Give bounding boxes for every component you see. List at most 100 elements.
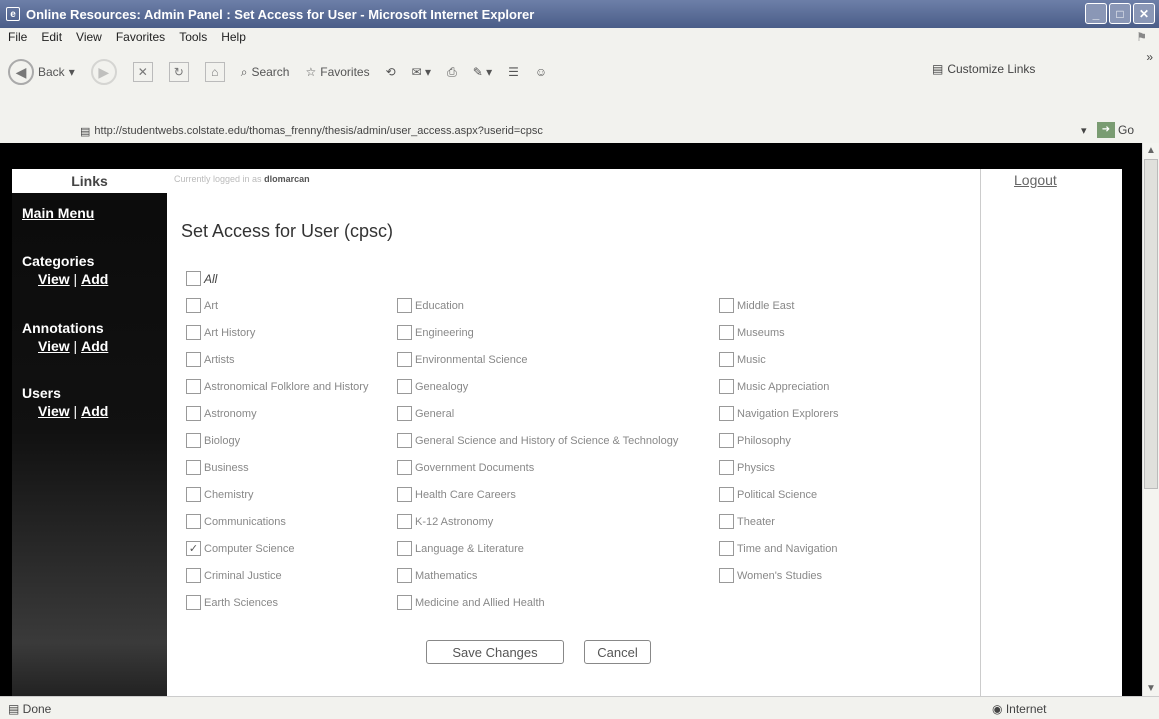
category-checkbox[interactable]: ✓ Computer Science bbox=[186, 541, 295, 556]
category-checkbox[interactable]: Astronomy bbox=[186, 406, 257, 421]
checkbox-box[interactable] bbox=[397, 568, 412, 583]
category-checkbox[interactable]: Chemistry bbox=[186, 487, 254, 502]
checkbox-box[interactable] bbox=[186, 379, 201, 394]
favorites-button[interactable]: ☆ Favorites bbox=[305, 65, 369, 79]
toolbar-chevron-icon[interactable]: » bbox=[1146, 50, 1153, 64]
category-checkbox[interactable]: Environmental Science bbox=[397, 352, 528, 367]
checkbox-box[interactable] bbox=[186, 514, 201, 529]
address-dropdown-icon[interactable]: ▾ bbox=[1081, 124, 1087, 137]
menu-file[interactable]: File bbox=[8, 30, 27, 44]
checkbox-box[interactable] bbox=[186, 487, 201, 502]
category-checkbox[interactable]: Theater bbox=[719, 514, 775, 529]
checkbox-box[interactable] bbox=[186, 406, 201, 421]
category-checkbox[interactable]: Music Appreciation bbox=[719, 379, 829, 394]
checkbox-box[interactable] bbox=[186, 433, 201, 448]
category-checkbox[interactable]: Middle East bbox=[719, 298, 794, 313]
maximize-button[interactable]: □ bbox=[1109, 3, 1131, 24]
category-checkbox[interactable]: Philosophy bbox=[719, 433, 791, 448]
category-checkbox[interactable]: Time and Navigation bbox=[719, 541, 837, 556]
checkbox-box[interactable] bbox=[186, 325, 201, 340]
checkbox-box[interactable] bbox=[397, 325, 412, 340]
close-button[interactable]: ✕ bbox=[1133, 3, 1155, 24]
checkbox-box[interactable] bbox=[397, 595, 412, 610]
checkbox-box[interactable] bbox=[397, 352, 412, 367]
checkbox-box[interactable] bbox=[186, 352, 201, 367]
sidebar-main-menu-link[interactable]: Main Menu bbox=[22, 205, 94, 221]
checkbox-box[interactable] bbox=[719, 379, 734, 394]
checkbox-box[interactable] bbox=[719, 460, 734, 475]
checkbox-box[interactable] bbox=[397, 514, 412, 529]
checkbox-box[interactable] bbox=[719, 514, 734, 529]
checkbox-box[interactable] bbox=[397, 433, 412, 448]
checkbox-box[interactable] bbox=[397, 541, 412, 556]
save-changes-button[interactable]: Save Changes bbox=[426, 640, 564, 664]
checkbox-box[interactable] bbox=[186, 271, 201, 286]
checkbox-box[interactable] bbox=[719, 487, 734, 502]
menu-tools[interactable]: Tools bbox=[179, 30, 207, 44]
category-checkbox[interactable]: Genealogy bbox=[397, 379, 468, 394]
back-button[interactable]: ◀ Back ▾ bbox=[8, 59, 75, 85]
category-checkbox[interactable]: Medicine and Allied Health bbox=[397, 595, 545, 610]
stop-button[interactable]: ✕ bbox=[132, 62, 153, 82]
category-checkbox[interactable]: Health Care Careers bbox=[397, 487, 516, 502]
category-checkbox[interactable]: Education bbox=[397, 298, 464, 313]
print-button[interactable]: ⎙ bbox=[447, 65, 457, 80]
category-checkbox[interactable]: General Science and History of Science &… bbox=[397, 433, 678, 448]
scroll-up-icon[interactable]: ▲ bbox=[1146, 145, 1156, 156]
forward-button[interactable]: ▶ bbox=[90, 59, 117, 85]
edit-button[interactable]: ✎ ▾ bbox=[473, 65, 492, 79]
history-button[interactable]: ⟲ bbox=[386, 65, 396, 79]
menu-edit[interactable]: Edit bbox=[41, 30, 62, 44]
category-checkbox[interactable]: Physics bbox=[719, 460, 775, 475]
home-button[interactable]: ⌂ bbox=[204, 62, 225, 82]
checkbox-box[interactable] bbox=[719, 298, 734, 313]
scroll-thumb[interactable] bbox=[1144, 159, 1158, 489]
category-checkbox[interactable]: Museums bbox=[719, 325, 785, 340]
discuss-button[interactable]: ☰ bbox=[508, 65, 519, 79]
category-checkbox[interactable]: Art bbox=[186, 298, 218, 313]
annotations-add-link[interactable]: Add bbox=[81, 338, 108, 354]
go-button[interactable]: ➜ Go bbox=[1097, 122, 1134, 138]
category-checkbox[interactable]: Mathematics bbox=[397, 568, 477, 583]
checkbox-box[interactable] bbox=[397, 406, 412, 421]
checkbox-box[interactable] bbox=[719, 433, 734, 448]
category-checkbox[interactable]: Government Documents bbox=[397, 460, 534, 475]
category-checkbox[interactable]: Business bbox=[186, 460, 249, 475]
category-checkbox[interactable]: Art History bbox=[186, 325, 255, 340]
checkbox-box[interactable]: ✓ bbox=[186, 541, 201, 556]
menu-help[interactable]: Help bbox=[221, 30, 246, 44]
checkbox-box[interactable] bbox=[719, 352, 734, 367]
category-checkbox[interactable]: Political Science bbox=[719, 487, 817, 502]
categories-view-link[interactable]: View bbox=[38, 271, 70, 287]
category-checkbox[interactable]: Biology bbox=[186, 433, 240, 448]
checkbox-box[interactable] bbox=[186, 595, 201, 610]
categories-add-link[interactable]: Add bbox=[81, 271, 108, 287]
checkbox-box[interactable] bbox=[397, 379, 412, 394]
vertical-scrollbar[interactable]: ▲ ▼ bbox=[1142, 143, 1159, 696]
customize-links-button[interactable]: ▤ Customize Links bbox=[932, 62, 1035, 76]
category-checkbox[interactable]: Women's Studies bbox=[719, 568, 822, 583]
logout-link[interactable]: Logout bbox=[1014, 172, 1057, 188]
checkbox-box[interactable] bbox=[397, 460, 412, 475]
category-checkbox[interactable]: Music bbox=[719, 352, 766, 367]
category-checkbox[interactable]: K-12 Astronomy bbox=[397, 514, 493, 529]
category-checkbox[interactable]: General bbox=[397, 406, 454, 421]
minimize-button[interactable]: _ bbox=[1085, 3, 1107, 24]
category-checkbox[interactable]: Artists bbox=[186, 352, 235, 367]
category-checkbox[interactable]: Language & Literature bbox=[397, 541, 524, 556]
checkbox-box[interactable] bbox=[186, 460, 201, 475]
checkbox-box[interactable] bbox=[719, 325, 734, 340]
category-checkbox[interactable]: Communications bbox=[186, 514, 286, 529]
menu-view[interactable]: View bbox=[76, 30, 102, 44]
cancel-button[interactable]: Cancel bbox=[584, 640, 651, 664]
checkbox-all[interactable]: All bbox=[186, 271, 217, 286]
checkbox-box[interactable] bbox=[719, 541, 734, 556]
checkbox-box[interactable] bbox=[397, 487, 412, 502]
scroll-down-icon[interactable]: ▼ bbox=[1146, 683, 1156, 694]
checkbox-box[interactable] bbox=[186, 568, 201, 583]
checkbox-box[interactable] bbox=[186, 298, 201, 313]
checkbox-box[interactable] bbox=[397, 298, 412, 313]
category-checkbox[interactable]: Criminal Justice bbox=[186, 568, 282, 583]
users-view-link[interactable]: View bbox=[38, 403, 70, 419]
users-add-link[interactable]: Add bbox=[81, 403, 108, 419]
